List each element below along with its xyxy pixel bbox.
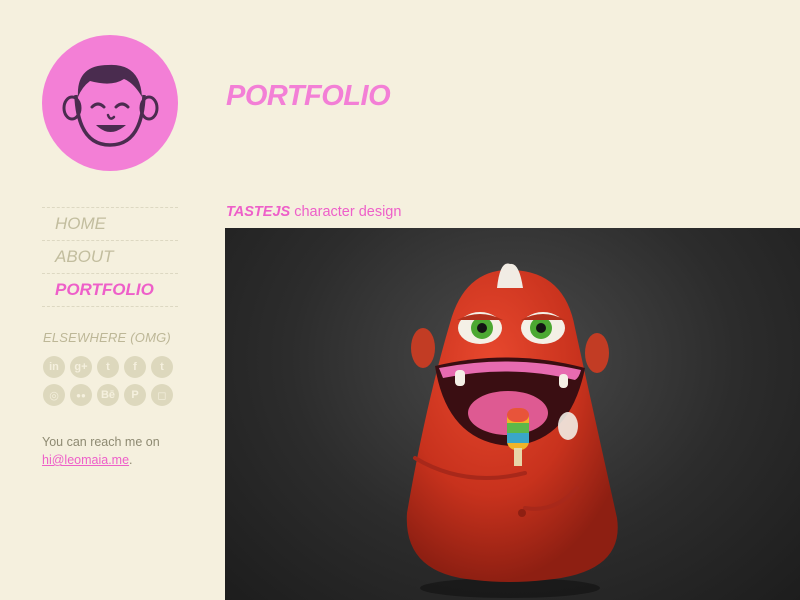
monster-illustration bbox=[406, 263, 618, 598]
project-description: character design bbox=[290, 204, 402, 220]
email-link[interactable]: hi@leomaia.me bbox=[42, 453, 129, 467]
elsewhere-heading: ELSEWHERE (OMG) bbox=[43, 330, 171, 345]
social-icons: in g+ t f t ◎ ●● Bē P ◻ bbox=[43, 356, 183, 412]
nav-item-portfolio[interactable]: PORTFOLIO bbox=[42, 273, 178, 307]
page-title: PORTFOLIO bbox=[226, 80, 391, 112]
flickr-icon[interactable]: ●● bbox=[70, 384, 92, 406]
project-caption: TASTEJS character design bbox=[226, 204, 401, 220]
behance-icon[interactable]: Bē bbox=[97, 384, 119, 406]
contact-text: You can reach me on bbox=[42, 435, 160, 449]
pinterest-icon[interactable]: P bbox=[124, 384, 146, 406]
contact-info: You can reach me on hi@leomaia.me. bbox=[42, 433, 202, 469]
googleplus-icon[interactable]: g+ bbox=[70, 356, 92, 378]
instagram-icon[interactable]: ◻ bbox=[151, 384, 173, 406]
project-artwork[interactable] bbox=[225, 228, 800, 600]
main-nav: HOME ABOUT PORTFOLIO bbox=[42, 207, 178, 307]
nav-item-about[interactable]: ABOUT bbox=[42, 240, 178, 273]
contact-suffix: . bbox=[129, 453, 133, 467]
avatar-logo[interactable] bbox=[42, 35, 178, 171]
linkedin-icon[interactable]: in bbox=[43, 356, 65, 378]
tumblr-icon[interactable]: t bbox=[151, 356, 173, 378]
dribbble-icon[interactable]: ◎ bbox=[43, 384, 65, 406]
face-illustration bbox=[62, 64, 159, 147]
facebook-icon[interactable]: f bbox=[124, 356, 146, 378]
project-name: TASTEJS bbox=[226, 204, 291, 220]
twitter-icon[interactable]: t bbox=[97, 356, 119, 378]
nav-item-home[interactable]: HOME bbox=[42, 207, 178, 240]
